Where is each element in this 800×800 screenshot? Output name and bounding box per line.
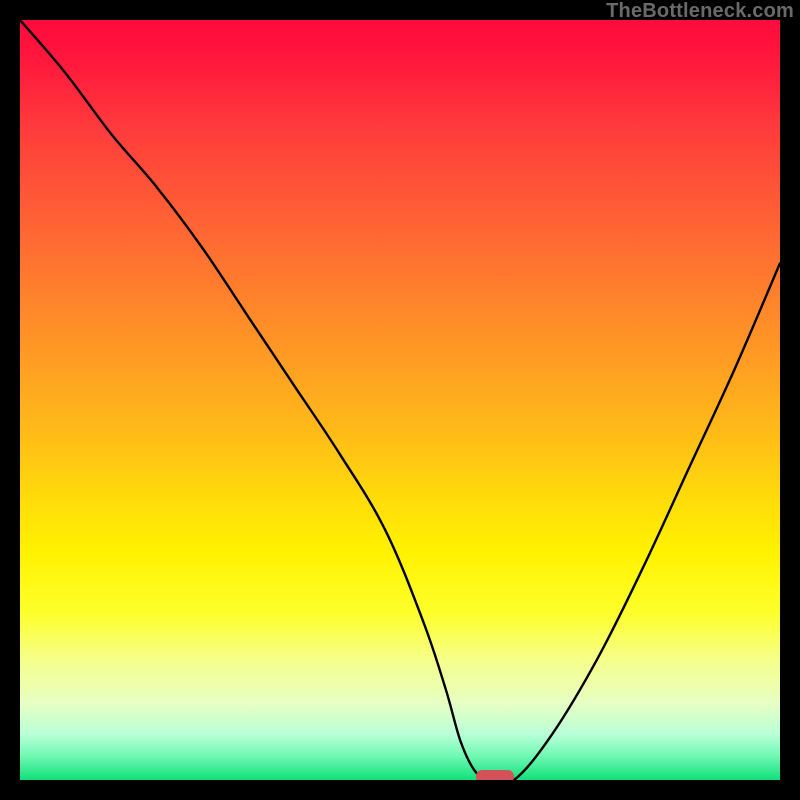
plot-area: [20, 20, 780, 780]
chart-frame: TheBottleneck.com: [0, 0, 800, 800]
optimal-marker: [476, 770, 514, 780]
watermark-text: TheBottleneck.com: [606, 0, 794, 23]
marker-layer: [20, 20, 780, 780]
